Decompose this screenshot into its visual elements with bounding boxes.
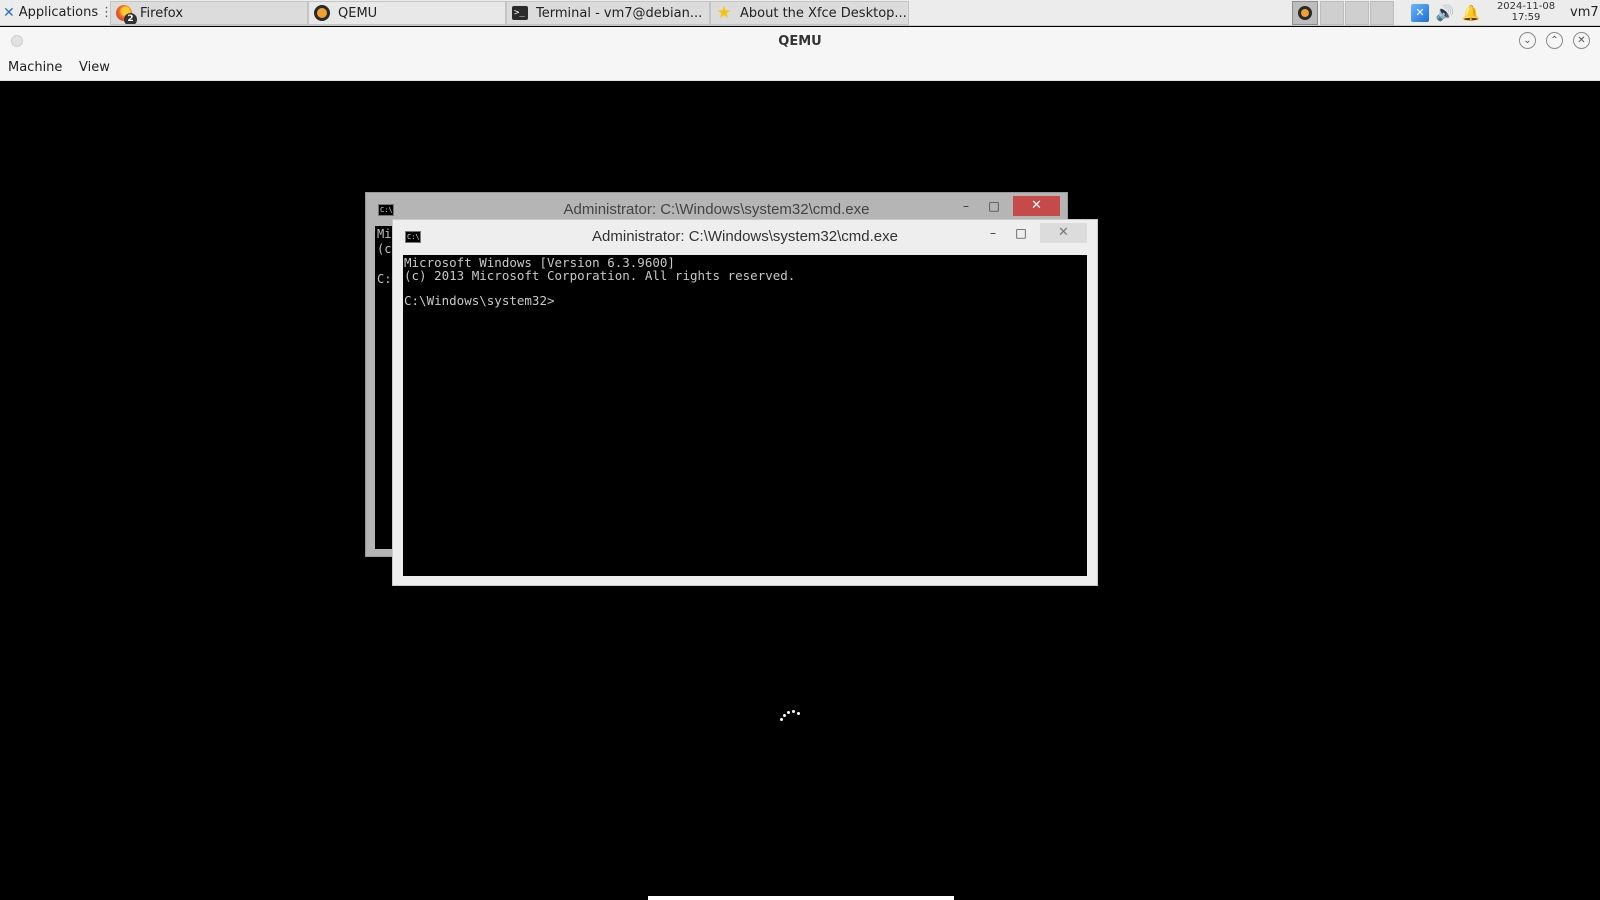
taskbar-item-qemu[interactable]: QEMU	[308, 1, 506, 25]
taskbar-item-about-xfce[interactable]: ★ About the Xfce Desktop...	[710, 1, 909, 25]
terminal-icon: >_	[511, 4, 529, 22]
spinner-dot	[792, 710, 796, 714]
minimize-icon[interactable]: ⌄	[1519, 32, 1536, 49]
qemu-window-titlebar: QEMU ⌄ ⌃ ✕	[0, 27, 1600, 56]
cmd-window-active[interactable]: C:\ Administrator: C:\Windows\system32\c…	[392, 219, 1098, 586]
cmd-maximize-icon[interactable]: □	[984, 196, 1004, 216]
clock-time: 17:59	[1511, 12, 1541, 23]
qemu-menubar: Machine View	[0, 56, 1600, 81]
menu-machine[interactable]: Machine	[8, 56, 62, 80]
cmd-maximize-icon[interactable]: □	[1011, 223, 1031, 243]
cmd-minimize-icon[interactable]: –	[983, 223, 1003, 243]
workspace-2-button[interactable]	[1345, 1, 1369, 25]
spinner-dot	[786, 710, 790, 714]
bottom-progress-bar	[648, 896, 954, 900]
qemu-icon	[313, 4, 331, 22]
star-icon: ★	[716, 3, 732, 23]
maximize-icon[interactable]: ⌃	[1546, 32, 1563, 49]
applications-label: Applications	[18, 5, 99, 20]
cmd-minimize-icon[interactable]: –	[956, 196, 976, 216]
taskbar-item-terminal[interactable]: >_ Terminal - vm7@debian...	[506, 1, 710, 25]
workspace-1-button[interactable]	[1320, 1, 1344, 25]
cmd-close-icon[interactable]: ✕	[1040, 223, 1087, 243]
volume-icon[interactable]: 🔊	[1434, 3, 1456, 23]
loading-spinner-icon	[776, 707, 806, 737]
cmd-console-text: Microsoft Windows [Version 6.3.9600] (c)…	[404, 255, 796, 308]
cmd-close-icon[interactable]: ✕	[1013, 196, 1060, 216]
firefox-badge: 2	[124, 13, 137, 24]
cmd-console[interactable]: Microsoft Windows [Version 6.3.9600] (c)…	[403, 255, 1087, 576]
menu-view[interactable]: View	[79, 56, 110, 80]
spinner-dot	[779, 717, 783, 721]
taskbar-label: Firefox	[140, 5, 184, 21]
notification-bell-icon[interactable]: 🔔	[1460, 3, 1482, 23]
firefox-icon: 2	[115, 4, 137, 24]
clock[interactable]: 2024-11-08 17:59	[1491, 1, 1561, 23]
taskbar-item-firefox[interactable]: 2 Firefox	[110, 1, 308, 25]
user-menu[interactable]: vm7	[1570, 0, 1599, 25]
taskbar-label: Terminal - vm7@debian...	[536, 5, 703, 21]
taskbar-label: QEMU	[338, 5, 378, 21]
spinner-dot	[797, 711, 800, 715]
network-icon[interactable]: ✕	[1409, 3, 1431, 23]
close-icon[interactable]: ✕	[1573, 32, 1590, 49]
window-title: QEMU	[778, 34, 822, 49]
xfce-top-panel: ✕ Applications ⋮ 2 Firefox QEMU >_ Termi…	[0, 0, 1600, 26]
clock-date: 2024-11-08	[1496, 1, 1556, 12]
spinner-dot	[782, 713, 786, 717]
xfce-logo-icon: ✕	[3, 4, 15, 21]
tray-qemu-icon[interactable]	[1292, 1, 1318, 25]
applications-menu[interactable]: ✕ Applications ⋮	[0, 0, 113, 25]
taskbar-label: About the Xfce Desktop...	[740, 5, 907, 21]
workspace-3-button[interactable]	[1370, 1, 1394, 25]
